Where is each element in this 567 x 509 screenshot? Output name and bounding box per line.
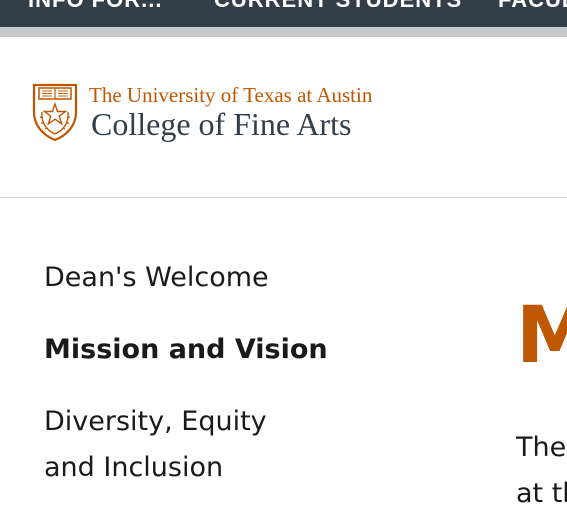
college-logo-link[interactable]: The University of Texas at Austin Colleg… — [31, 82, 401, 146]
nav-current-students[interactable]: CURRENT STUDENTS — [214, 0, 462, 18]
ut-seal-icon — [32, 83, 78, 142]
site-header: The University of Texas at Austin Colleg… — [0, 37, 567, 198]
top-navigation: INFO FOR... CURRENT STUDENTS FACULTY — [0, 0, 567, 27]
section-sidebar: Dean's Welcome Mission and Vision Divers… — [44, 255, 344, 491]
intro-paragraph: The College of Fine Arts at the — [516, 425, 567, 509]
nav-faculty[interactable]: FACULTY — [498, 0, 567, 18]
nav-info-for[interactable]: INFO FOR... — [28, 0, 162, 18]
intro-paragraph-text: The College of Fine Arts at the — [516, 432, 567, 509]
sidebar-item-mission-and-vision[interactable]: Mission and Vision — [44, 327, 344, 373]
nav-divider-band — [0, 27, 567, 37]
page: INFO FOR... CURRENT STUDENTS FACULTY — [0, 0, 567, 509]
sidebar-item-deans-welcome[interactable]: Dean's Welcome — [44, 255, 344, 301]
college-name: College of Fine Arts — [91, 106, 352, 142]
sidebar-item-diversity-equity-inclusion[interactable]: Diversity, Equity and Inclusion — [44, 399, 324, 491]
page-title: Mission and Vision — [516, 291, 567, 382]
